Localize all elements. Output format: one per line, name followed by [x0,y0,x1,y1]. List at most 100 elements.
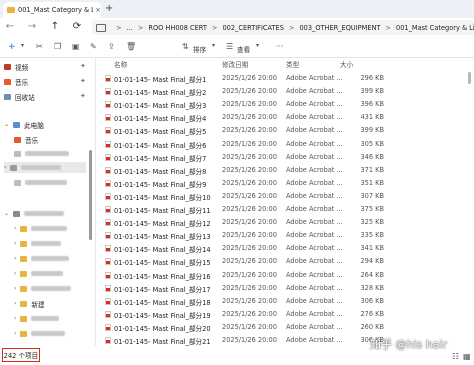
column-header-date[interactable]: 修改日期 [222,59,248,71]
share-icon[interactable]: ⇪ [108,42,115,51]
sidebar-folder[interactable]: › [14,253,70,264]
file-type: Adobe Acrobat ... [286,191,343,200]
file-row[interactable]: 01-01-145- Mast Final_部分13 2025/1/26 20:0… [100,229,465,241]
pdf-file-icon [105,310,111,318]
file-date: 2025/1/26 20:00 [222,309,277,318]
sort-button[interactable]: 排序 [193,44,206,54]
item-count: 242 个项目 [2,348,40,362]
close-tab-icon[interactable]: × [95,6,101,14]
pin-icon[interactable]: ✦ [80,62,86,70]
file-row[interactable]: 01-01-145- Mast Final_部分19 2025/1/26 20:0… [100,308,465,320]
file-name: 01-01-145- Mast Final_部分5 [114,128,207,137]
file-type: Adobe Acrobat ... [286,257,343,266]
chevron-down-icon[interactable]: ▾ [212,42,215,49]
file-row[interactable]: 01-01-145- Mast Final_部分16 2025/1/26 20:0… [100,269,465,281]
file-row[interactable]: 01-01-145- Mast Final_部分11 2025/1/26 20:0… [100,203,465,215]
back-button[interactable]: ← [4,21,16,32]
file-name: 01-01-145- Mast Final_部分20 [114,324,211,333]
column-header-size[interactable]: 大小 [340,59,353,71]
file-date: 2025/1/26 20:00 [222,139,277,148]
tiles-view-icon[interactable]: ▦ [463,352,471,361]
address-bar[interactable]: > ... > ROO HH008 CERT > 002_CERTIFICATE… [92,20,474,35]
file-type: Adobe Acrobat ... [286,322,343,331]
sidebar-folder[interactable]: › [14,268,64,279]
sidebar-scrollbar[interactable] [89,150,92,240]
chevron-down-icon[interactable]: ⌄ [4,121,9,128]
file-date: 2025/1/26 20:00 [222,74,277,82]
file-row[interactable]: 01-01-145- Mast Final_部分7 2025/1/26 20:00… [100,151,465,163]
sidebar-folder[interactable]: › [14,328,66,339]
sidebar-item-blurred[interactable] [14,148,69,159]
sidebar-item-music[interactable]: 音乐 [4,76,28,87]
view-button[interactable]: 查看 [237,44,250,54]
file-list-scrollbar[interactable] [468,72,471,84]
file-row[interactable]: 01-01-145- Mast Final_部分9 2025/1/26 20:00… [100,177,465,189]
sidebar-item-blurred[interactable] [14,177,67,188]
sidebar-folder[interactable]: › [14,283,72,294]
file-name: 01-01-145- Mast Final_部分9 [114,180,207,189]
pdf-file-icon [105,192,111,200]
tab-current-folder[interactable]: 001_Mast Category & Lifting P × [3,2,101,18]
file-row[interactable]: 01-01-145- Mast Final_部分1 2025/1/26 20:00… [100,72,465,84]
file-size: 399 KB [360,87,384,96]
cut-icon[interactable]: ✂ [36,42,43,51]
file-row[interactable]: 01-01-145- Mast Final_部分17 2025/1/26 20:0… [100,282,465,294]
file-row[interactable]: 01-01-145- Mast Final_部分18 2025/1/26 20:0… [100,295,465,307]
sidebar-folder[interactable]: › [14,313,60,324]
file-row[interactable]: 01-01-145- Mast Final_部分14 2025/1/26 20:0… [100,242,465,254]
file-size: 341 KB [360,244,384,253]
up-button[interactable]: ↑ [49,21,61,32]
rename-icon[interactable]: ✎ [90,42,97,51]
pin-icon[interactable]: ✦ [80,77,86,85]
file-row[interactable]: 01-01-145- Mast Final_部分12 2025/1/26 20:0… [100,216,465,228]
breadcrumb-item[interactable]: 003_OTHER_EQUIPMENT [299,24,380,32]
chevron-down-icon[interactable]: ▾ [256,42,259,49]
file-type: Adobe Acrobat ... [286,178,343,187]
file-row[interactable]: 01-01-145- Mast Final_部分6 2025/1/26 20:00… [100,138,465,150]
file-name: 01-01-145- Mast Final_部分8 [114,167,207,176]
chevron-down-icon[interactable]: ▾ [21,42,24,49]
sidebar-item-selected[interactable]: › [4,162,86,173]
sidebar-item-pc-music[interactable]: 音乐 [14,134,38,145]
forward-button[interactable]: → [26,21,38,32]
folder-icon [20,315,28,322]
details-view-icon[interactable]: ☷ [452,352,459,361]
file-row[interactable]: 01-01-145- Mast Final_部分4 2025/1/26 20:00… [100,111,465,123]
new-button[interactable]: + [8,42,16,52]
file-type: Adobe Acrobat ... [286,336,343,344]
pdf-file-icon [105,284,111,292]
sidebar-folder[interactable]: › [14,223,68,234]
view-icon[interactable]: ☰ [226,42,233,51]
paste-icon[interactable]: ▣ [72,42,80,51]
refresh-button[interactable]: ⟳ [71,21,83,32]
file-row[interactable]: 01-01-145- Mast Final_部分2 2025/1/26 20:00… [100,85,465,97]
chevron-down-icon[interactable]: ⌄ [4,210,9,217]
copy-icon[interactable]: ❐ [54,42,61,51]
sidebar-folder[interactable]: › [14,238,62,249]
sidebar-item-recycle-bin[interactable]: 回收站 [4,91,35,102]
file-row[interactable]: 01-01-145- Mast Final_部分15 2025/1/26 20:0… [100,255,465,267]
sidebar-item-video[interactable]: 视频 [4,61,28,72]
breadcrumb-item[interactable]: 001_Mast Category & Lifting Point [396,24,474,32]
breadcrumb-more[interactable]: ... [127,24,133,32]
file-row[interactable]: 01-01-145- Mast Final_部分10 2025/1/26 20:0… [100,190,465,202]
sidebar-folder[interactable]: › 新建 [14,298,45,309]
sidebar-item-this-pc[interactable]: ⌄ 此电脑 [4,119,44,130]
new-tab-button[interactable]: + [105,3,113,14]
folder-icon [20,255,28,262]
file-date: 2025/1/26 20:00 [222,322,277,331]
column-header-type[interactable]: 类型 [286,59,299,71]
sidebar-item-network-drive[interactable]: ⌄ [4,208,65,219]
column-header-name[interactable]: 名称 [114,59,127,71]
more-options-icon[interactable]: ··· [276,42,284,51]
file-row[interactable]: 01-01-145- Mast Final_部分3 2025/1/26 20:00… [100,98,465,110]
delete-icon[interactable]: 🗑 [126,42,136,51]
sort-icon[interactable]: ⇅ [182,42,189,51]
pdf-file-icon [105,219,111,227]
file-row[interactable]: 01-01-145- Mast Final_部分8 2025/1/26 20:00… [100,164,465,176]
pin-icon[interactable]: ✦ [80,92,86,100]
breadcrumb-item[interactable]: 002_CERTIFICATES [222,24,283,32]
file-row[interactable]: 01-01-145- Mast Final_部分5 2025/1/26 20:00… [100,124,465,136]
breadcrumb-item[interactable]: ROO HH008 CERT [148,24,207,32]
file-row[interactable]: 01-01-145- Mast Final_部分20 2025/1/26 20:0… [100,321,465,333]
